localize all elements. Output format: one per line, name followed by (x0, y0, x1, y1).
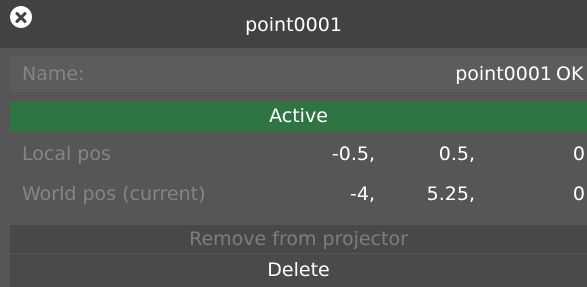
ok-button[interactable]: OK (556, 63, 583, 85)
local-pos-label: Local pos (22, 143, 111, 165)
world-pos-z-value: 0 (572, 183, 585, 205)
world-pos-label: World pos (current) (22, 183, 206, 205)
local-pos-row: Local pos -0.5, 0.5, 0 (10, 139, 587, 173)
world-pos-row: World pos (current) -4, 5.25, 0 (10, 179, 587, 213)
local-pos-y-field[interactable]: 0.5, (405, 143, 475, 165)
name-input[interactable] (417, 63, 552, 85)
name-label: Name: (22, 63, 85, 85)
active-toggle[interactable]: Active (10, 101, 587, 132)
name-row: Name: OK (10, 56, 587, 92)
point-panel: point0001 Name: OK Active Local pos -0.5… (0, 0, 587, 287)
world-pos-x-value: -4, (350, 183, 375, 205)
panel-titlebar: point0001 (0, 0, 587, 48)
remove-from-projector-button: Remove from projector (10, 225, 587, 253)
local-pos-z-field[interactable]: 0 (540, 143, 585, 165)
world-pos-y-value: 5.25, (426, 183, 475, 205)
panel-title: point0001 (245, 14, 342, 36)
delete-button[interactable]: Delete (10, 254, 587, 287)
local-pos-x-field[interactable]: -0.5, (280, 143, 375, 165)
